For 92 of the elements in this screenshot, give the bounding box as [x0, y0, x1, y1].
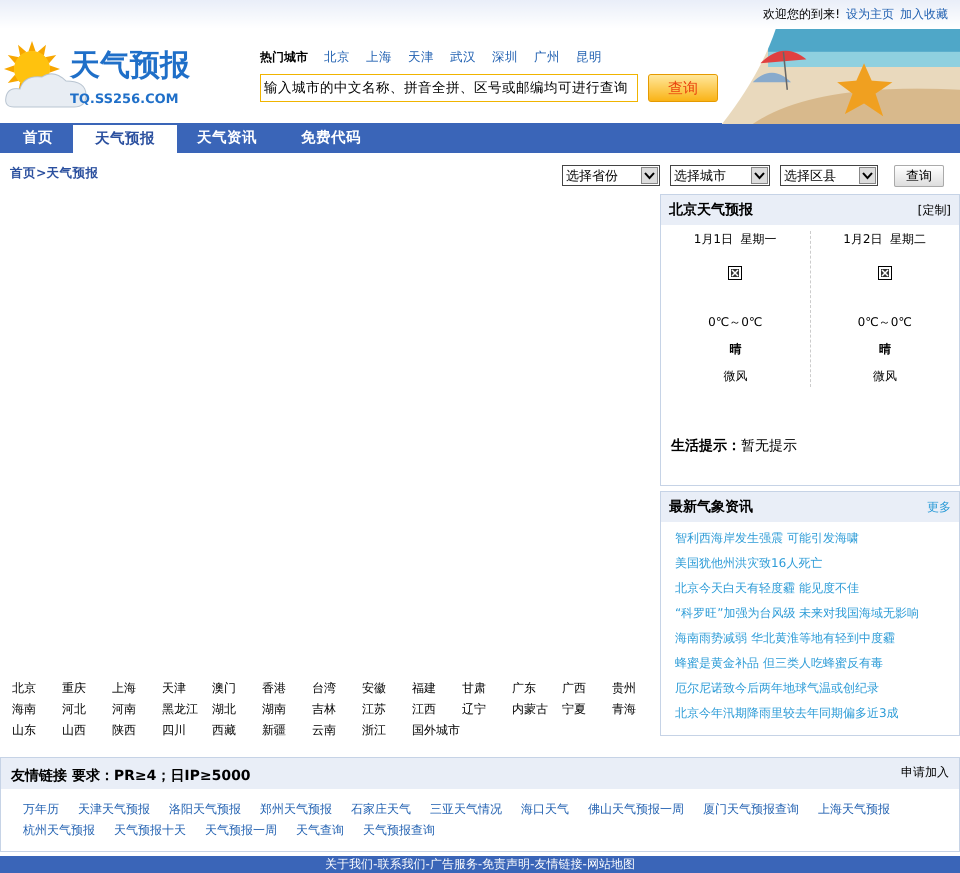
province-link[interactable]: 黑龙江: [162, 700, 212, 718]
customize-link[interactable]: [定制]: [918, 202, 951, 219]
friend-link[interactable]: 石家庄天气: [351, 800, 411, 818]
welcome-text: 欢迎您的到来!: [763, 6, 840, 24]
city-link[interactable]: 昆明: [576, 49, 602, 66]
hot-cities-label: 热门城市: [260, 49, 308, 66]
province-link[interactable]: 青海: [612, 700, 662, 718]
friend-link[interactable]: 郑州天气预报: [260, 800, 332, 818]
province-link[interactable]: 天津: [162, 680, 212, 697]
province-link[interactable]: 浙江: [362, 722, 412, 739]
temperature-range: 0℃～0℃: [858, 314, 912, 332]
city-link[interactable]: 武汉: [450, 49, 476, 66]
province-link[interactable]: 内蒙古: [512, 700, 562, 718]
province-link[interactable]: 海南: [12, 700, 62, 718]
friend-link[interactable]: 天气查询: [296, 822, 344, 839]
province-link[interactable]: 安徽: [362, 680, 412, 697]
province-link[interactable]: 云南: [312, 722, 362, 739]
province-link[interactable]: 广西: [562, 680, 612, 697]
city-link[interactable]: 北京: [324, 49, 350, 66]
tip-text: 暂无提示: [741, 437, 797, 456]
province-link[interactable]: 台湾: [312, 680, 362, 697]
friend-link[interactable]: 天气预报查询: [363, 822, 435, 839]
province-link[interactable]: 新疆: [262, 722, 312, 739]
search-field[interactable]: 输入城市的中文名称、拼音全拼、区号或邮编均可进行查询: [260, 74, 638, 102]
province-link[interactable]: 甘肃: [462, 680, 512, 697]
friend-link[interactable]: 三亚天气情况: [430, 800, 502, 818]
friend-link[interactable]: 天气预报一周: [205, 822, 277, 839]
province-link[interactable]: 广东: [512, 680, 562, 697]
forecast-title: 北京天气预报: [669, 201, 753, 220]
dropdown[interactable]: 选择区县: [780, 165, 878, 186]
friend-link[interactable]: 海口天气: [521, 800, 569, 818]
province-link[interactable]: 湖北: [212, 700, 262, 718]
province-link[interactable]: 福建: [412, 680, 462, 697]
nav-tab[interactable]: 天气预报: [73, 124, 177, 153]
province-link[interactable]: 上海: [112, 680, 162, 697]
wind-level: 微风: [872, 368, 897, 386]
province-link[interactable]: 重庆: [62, 680, 112, 697]
friend-link[interactable]: 万年历: [23, 800, 59, 818]
news-title: 最新气象资讯: [669, 498, 753, 516]
broken-image-icon: [878, 266, 892, 280]
province-link[interactable]: 湖南: [262, 700, 312, 718]
site-domain: TQ.SS256.COM: [70, 92, 179, 108]
province-link[interactable]: 江苏: [362, 700, 412, 718]
province-link[interactable]: 辽宁: [462, 700, 512, 718]
province-link[interactable]: 陕西: [112, 722, 162, 739]
forecast-date: 1月1日 星期一: [694, 231, 777, 248]
nav-tab[interactable]: 首页: [3, 122, 73, 153]
city-link[interactable]: 天津: [408, 49, 434, 66]
forecast-date: 1月2日 星期二: [843, 231, 926, 248]
weather-condition: 晴: [878, 341, 891, 358]
friend-link[interactable]: 佛山天气预报一周: [588, 800, 684, 818]
temperature-range: 0℃～0℃: [708, 314, 762, 332]
province-link[interactable]: 西藏: [212, 722, 262, 739]
weather-condition: 晴: [729, 341, 742, 358]
query-button[interactable]: 查询: [894, 164, 944, 187]
province-link[interactable]: 北京: [12, 680, 62, 697]
friend-links-title: 友情链接 要求：PR≥4；日IP≥5000: [11, 766, 251, 786]
nav-tab[interactable]: 免费代码: [277, 122, 385, 153]
friend-link[interactable]: 杭州天气预报: [23, 822, 95, 839]
city-link[interactable]: 深圳: [492, 49, 518, 66]
city-link[interactable]: 广州: [534, 49, 560, 66]
broken-image-icon: [728, 266, 742, 280]
breadcrumb-link[interactable]: 天气预报: [46, 164, 98, 182]
tip-label: 生活提示：: [671, 437, 741, 456]
province-link[interactable]: 山西: [62, 722, 112, 739]
dropdown[interactable]: 选择省份: [562, 165, 660, 186]
apply-link[interactable]: 申请加入: [901, 764, 949, 789]
friend-link[interactable]: 上海天气预报: [818, 800, 890, 818]
province-link[interactable]: 澳门: [212, 680, 262, 697]
wind-level: 微风: [723, 368, 748, 386]
friend-link[interactable]: 天津天气预报: [78, 800, 150, 818]
nav-tab[interactable]: 天气资讯: [177, 122, 277, 153]
province-link[interactable]: 河北: [62, 700, 112, 718]
top-link[interactable]: 设为主页: [846, 6, 894, 24]
site-title: 天气预报: [70, 47, 190, 86]
top-link[interactable]: 加入收藏: [900, 6, 948, 24]
province-link[interactable]: 贵州: [612, 680, 662, 697]
friend-link[interactable]: 天气预报十天: [114, 822, 186, 839]
province-link[interactable]: 江西: [412, 700, 462, 718]
friend-link[interactable]: 洛阳天气预报: [169, 800, 241, 818]
breadcrumb-separator: >: [36, 164, 46, 182]
province-link[interactable]: 国外城市: [412, 722, 462, 739]
city-link[interactable]: 上海: [366, 49, 392, 66]
province-link[interactable]: 吉林: [312, 700, 362, 718]
friend-link[interactable]: 厦门天气预报查询: [703, 800, 799, 818]
breadcrumb-link[interactable]: 首页: [10, 164, 36, 182]
province-link[interactable]: 香港: [262, 680, 312, 697]
dropdown[interactable]: 选择城市: [670, 165, 770, 186]
province-link[interactable]: 四川: [162, 722, 212, 739]
province-link[interactable]: 山东: [12, 722, 62, 739]
province-link[interactable]: 河南: [112, 700, 162, 718]
province-link[interactable]: 宁夏: [562, 700, 612, 718]
